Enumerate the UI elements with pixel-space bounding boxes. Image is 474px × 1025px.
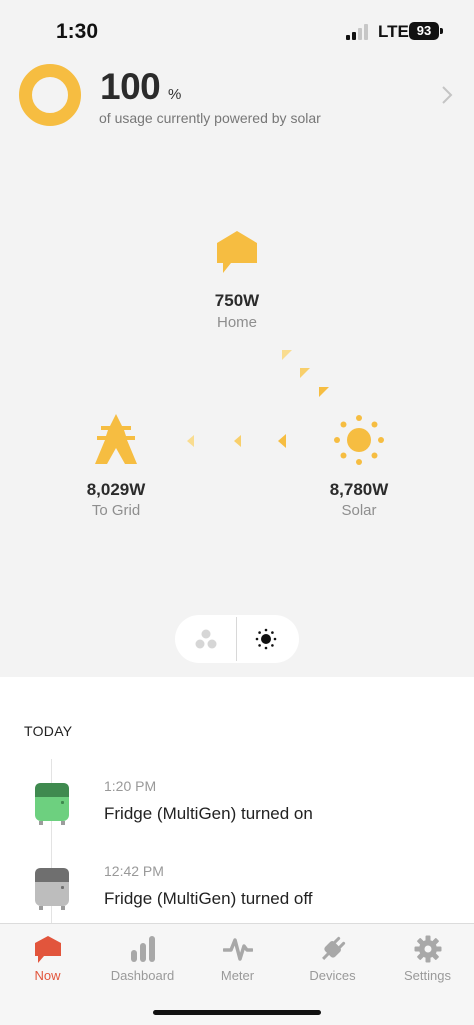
fridge-icon xyxy=(35,783,69,825)
fridge-icon xyxy=(35,868,69,910)
tab-meter[interactable]: Meter xyxy=(190,924,285,1004)
tab-label: Devices xyxy=(309,968,356,983)
sun-icon[interactable] xyxy=(255,628,277,650)
view-toggle xyxy=(175,615,299,663)
tab-dashboard[interactable]: Dashboard xyxy=(95,924,190,1004)
feed-section-title: TODAY xyxy=(24,723,73,739)
solar-ring-icon xyxy=(19,64,81,126)
event-time: 12:42 PM xyxy=(104,863,164,879)
network-type: LTE xyxy=(378,22,409,41)
status-time: 1:30 xyxy=(56,20,99,43)
tab-devices[interactable]: Devices xyxy=(285,924,380,1004)
event-feed: TODAY 1:20 PM Fridge (MultiGen) turned o… xyxy=(0,677,474,923)
status-bar: 1:30 LTE 93 xyxy=(0,0,474,60)
solar-power-value: 8,780W xyxy=(329,480,389,499)
gear-icon xyxy=(414,935,442,963)
meter-icon xyxy=(223,938,253,961)
devices-icon[interactable] xyxy=(195,629,217,649)
now-icon xyxy=(35,936,61,963)
signal-icon xyxy=(346,24,372,40)
home-power-value: 750W xyxy=(214,291,260,310)
grid-label: To Grid xyxy=(91,502,141,519)
plug-icon xyxy=(322,936,346,960)
event-time: 1:20 PM xyxy=(104,778,157,794)
home-indicator xyxy=(153,1010,321,1015)
event-text: Fridge (MultiGen) turned off xyxy=(104,889,313,908)
power-tower-icon xyxy=(95,414,137,464)
solar-percent-unit: % xyxy=(168,86,182,103)
tab-label: Now xyxy=(34,968,61,983)
flow-arrows-solar-to-grid xyxy=(187,434,286,448)
home-icon xyxy=(217,231,257,273)
solar-label: Solar xyxy=(341,502,377,519)
toggle-divider xyxy=(236,617,237,661)
solar-summary[interactable]: 100 % of usage currently powered by sola… xyxy=(0,60,474,130)
flow-arrows-solar-to-home xyxy=(282,350,329,397)
event-text: Fridge (MultiGen) turned on xyxy=(104,804,313,823)
sun-icon xyxy=(334,415,384,465)
tab-bar: Now Dashboard Meter Devices Settings xyxy=(0,923,474,1025)
tab-now[interactable]: Now xyxy=(0,924,95,1004)
dashboard-icon xyxy=(131,936,155,962)
tab-label: Settings xyxy=(404,968,451,983)
tab-label: Meter xyxy=(220,968,255,983)
tab-settings[interactable]: Settings xyxy=(380,924,474,1004)
solar-percent: 100 xyxy=(100,66,161,107)
solar-summary-subtitle: of usage currently powered by solar xyxy=(99,110,321,126)
battery-icon: 93 xyxy=(409,22,439,40)
home-label: Home xyxy=(216,314,257,331)
tab-label: Dashboard xyxy=(110,968,175,983)
grid-power-value: 8,029W xyxy=(86,480,146,499)
chevron-right-icon[interactable] xyxy=(440,84,454,106)
battery-nub xyxy=(440,28,443,34)
